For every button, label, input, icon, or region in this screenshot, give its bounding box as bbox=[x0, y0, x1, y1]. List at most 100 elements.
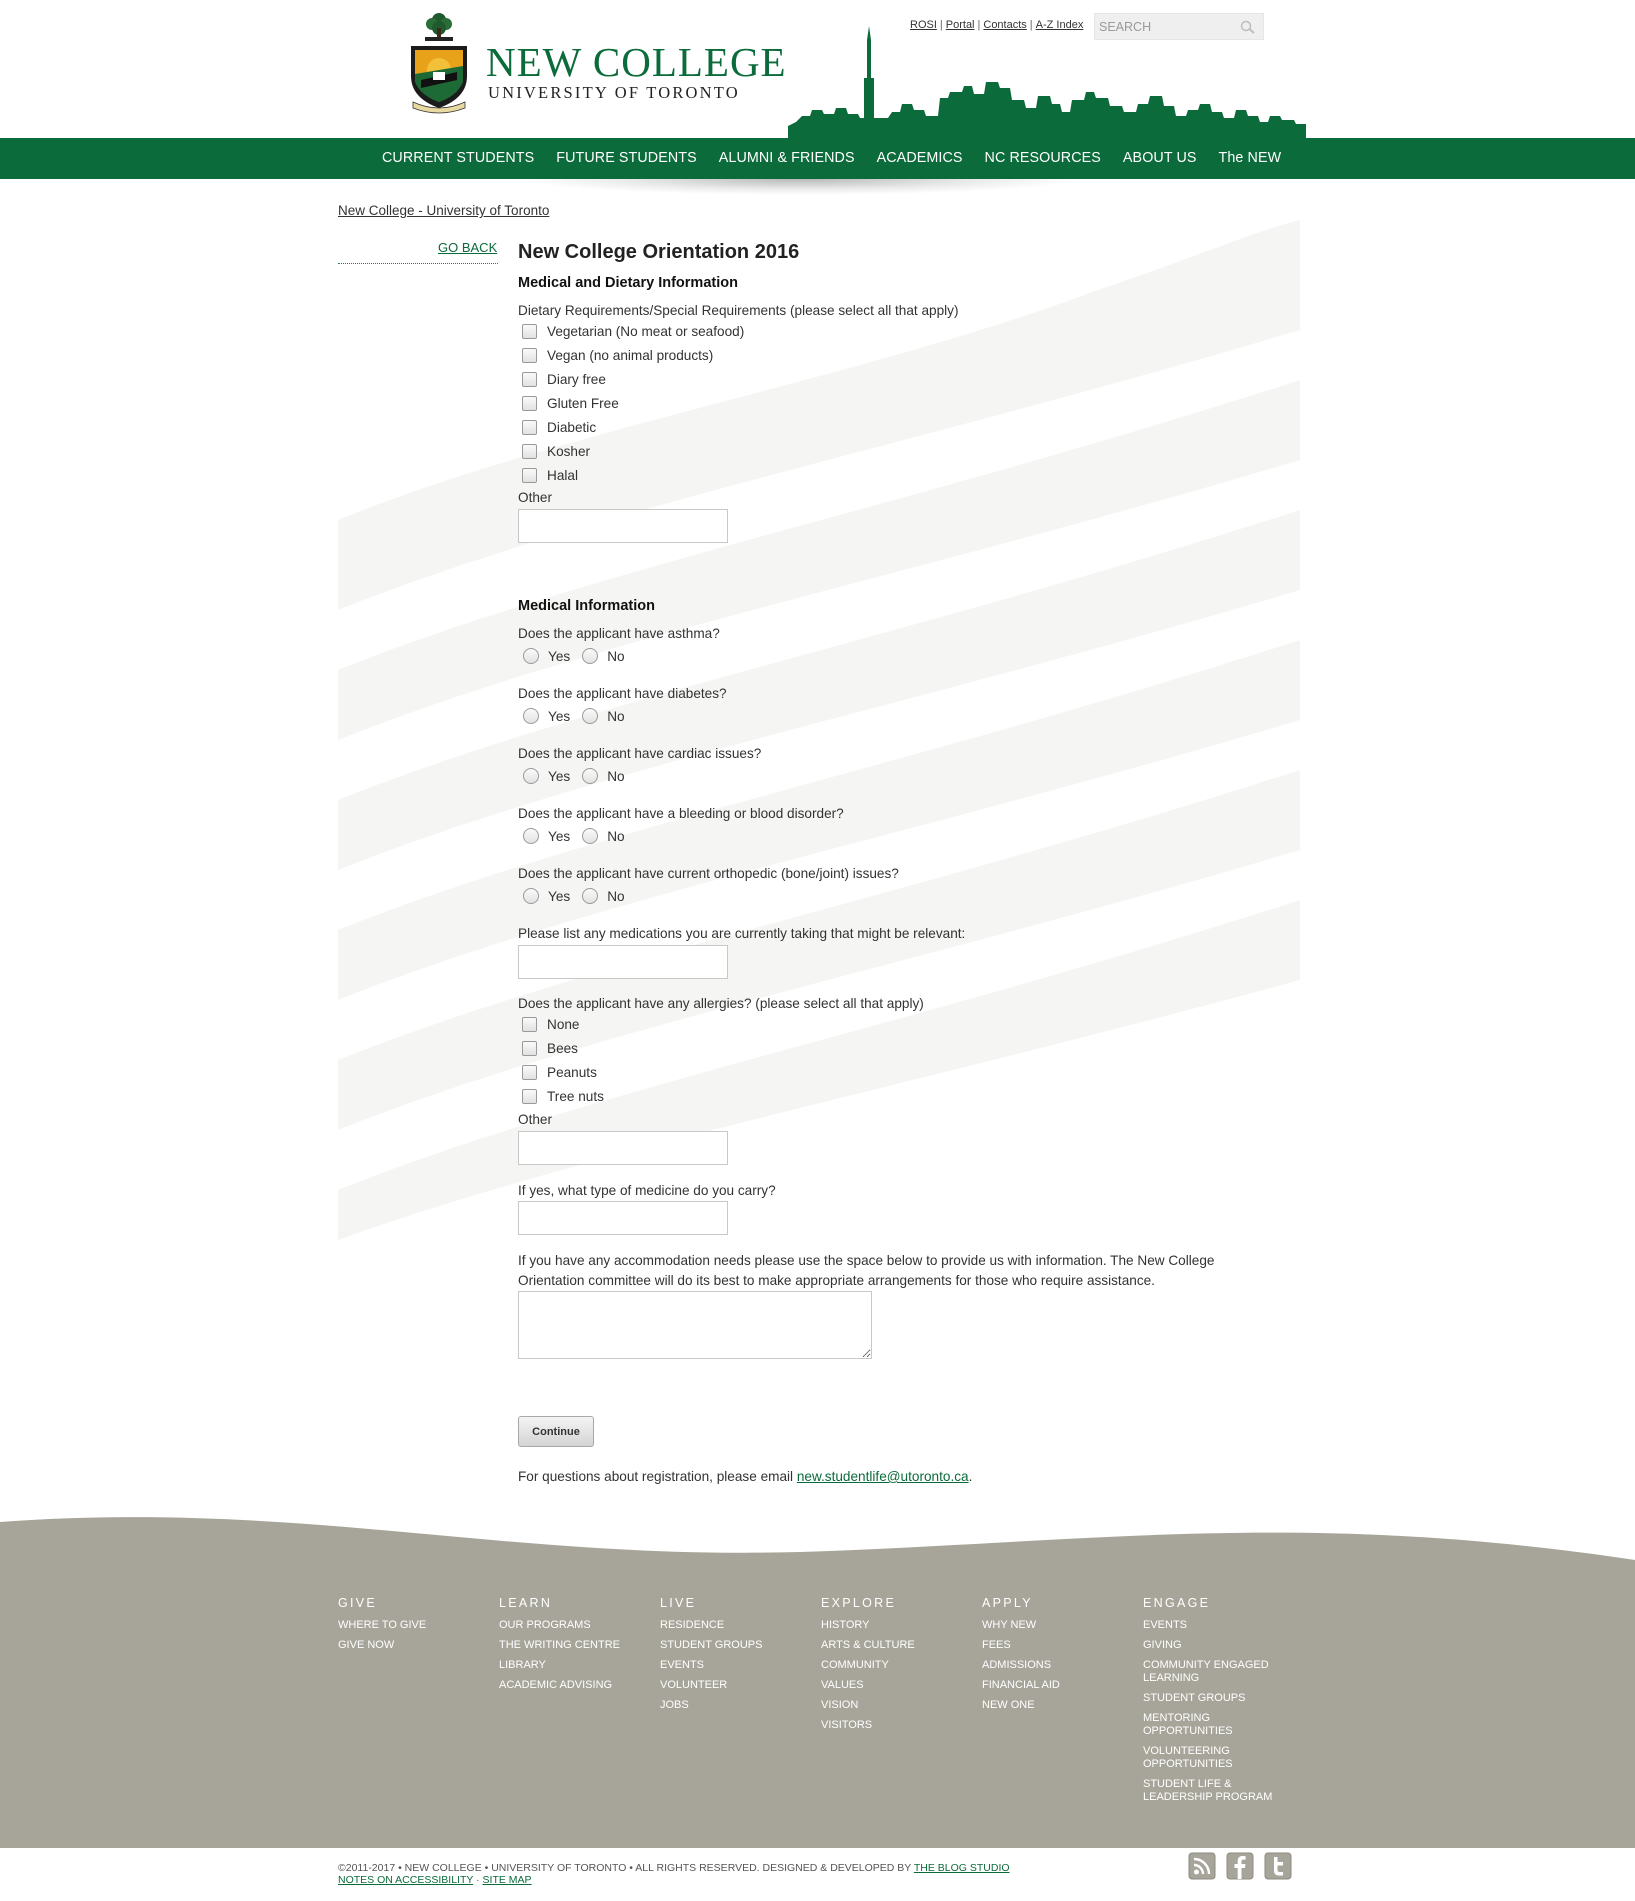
dietary-option[interactable]: Kosher bbox=[518, 444, 590, 459]
medications-input[interactable] bbox=[518, 945, 728, 979]
nav-item-nc-resources[interactable]: NC RESOURCES bbox=[985, 138, 1101, 179]
dietary-option-label: Diabetic bbox=[547, 420, 597, 435]
footer-link[interactable]: RESIDENCE bbox=[660, 1619, 810, 1632]
checkbox[interactable] bbox=[522, 1065, 537, 1080]
footer-link[interactable]: COMMUNITY bbox=[821, 1659, 971, 1672]
allergy-option[interactable]: Bees bbox=[518, 1041, 578, 1056]
checkbox[interactable] bbox=[522, 420, 537, 435]
footer-link[interactable]: ARTS & CULTURE bbox=[821, 1639, 971, 1652]
main-nav-items: CURRENT STUDENTS FUTURE STUDENTS ALUMNI … bbox=[382, 138, 1303, 179]
search-box bbox=[1094, 13, 1264, 40]
footer-link[interactable]: VALUES bbox=[821, 1679, 971, 1692]
util-link-rosi[interactable]: ROSI bbox=[910, 19, 937, 31]
footer-link[interactable]: ADMISSIONS bbox=[982, 1659, 1132, 1672]
footer-link[interactable]: HISTORY bbox=[821, 1619, 971, 1632]
dietary-option[interactable]: Vegan (no animal products) bbox=[518, 348, 713, 363]
checkbox[interactable] bbox=[522, 372, 537, 387]
footer-link[interactable]: COMMUNITY ENGAGED LEARNING bbox=[1143, 1659, 1283, 1685]
footer-link[interactable]: STUDENT GROUPS bbox=[1143, 1692, 1283, 1705]
footer-column-heading: LIVE bbox=[660, 1596, 697, 1610]
footer-link[interactable]: OUR PROGRAMS bbox=[499, 1619, 649, 1632]
footer-link[interactable]: JOBS bbox=[660, 1699, 810, 1712]
footer-link[interactable]: VOLUNTEERING OPPORTUNITIES bbox=[1143, 1745, 1258, 1771]
no-radio[interactable] bbox=[582, 708, 599, 724]
footer-link[interactable]: GIVING bbox=[1143, 1639, 1283, 1652]
medications-question: Please list any medications you are curr… bbox=[518, 926, 966, 941]
footer-link[interactable]: WHY NEW bbox=[982, 1619, 1132, 1632]
footer-column-live: LIVE RESIDENCE STUDENT GROUPS EVENTS VOL… bbox=[660, 1596, 810, 1719]
allergy-option[interactable]: None bbox=[518, 1017, 580, 1032]
footer-column-give: GIVE WHERE TO GIVE GIVE NOW bbox=[338, 1596, 488, 1659]
yes-radio[interactable] bbox=[523, 648, 539, 664]
nav-item-academics[interactable]: ACADEMICS bbox=[877, 138, 963, 179]
nav-item-alumni-friends[interactable]: ALUMNI & FRIENDS bbox=[719, 138, 855, 179]
contact-email-link[interactable]: new.studentlife@utoronto.ca bbox=[797, 1469, 969, 1484]
util-link-contacts[interactable]: Contacts bbox=[983, 19, 1026, 31]
footer-link[interactable]: NEW ONE bbox=[982, 1699, 1132, 1712]
no-radio[interactable] bbox=[582, 648, 599, 664]
dietary-option[interactable]: Diary free bbox=[518, 372, 606, 387]
continue-button[interactable]: Continue bbox=[518, 1416, 594, 1447]
search-icon[interactable] bbox=[1239, 19, 1257, 35]
footer-link[interactable]: VISION bbox=[821, 1699, 971, 1712]
checkbox[interactable] bbox=[522, 1089, 537, 1104]
checkbox[interactable] bbox=[522, 468, 537, 483]
no-radio[interactable] bbox=[582, 888, 599, 904]
college-crest-logo[interactable] bbox=[407, 10, 471, 114]
rss-icon[interactable] bbox=[1188, 1852, 1216, 1880]
accommodation-textarea[interactable] bbox=[518, 1291, 872, 1359]
dietary-option[interactable]: Halal bbox=[518, 468, 578, 483]
go-back-link[interactable]: GO BACK bbox=[438, 240, 497, 255]
accessibility-link[interactable]: NOTES ON ACCESSIBILITY bbox=[338, 1874, 473, 1886]
footer-link[interactable]: EVENTS bbox=[660, 1659, 810, 1672]
medicine-carry-input[interactable] bbox=[518, 1201, 728, 1235]
footer-link[interactable]: VOLUNTEER bbox=[660, 1679, 810, 1692]
checkbox[interactable] bbox=[522, 348, 537, 363]
footer-link[interactable]: THE WRITING CENTRE bbox=[499, 1639, 649, 1652]
nav-item-about-us[interactable]: ABOUT US bbox=[1123, 138, 1197, 179]
checkbox[interactable] bbox=[522, 444, 537, 459]
allergy-option[interactable]: Tree nuts bbox=[518, 1089, 604, 1104]
nav-item-current-students[interactable]: CURRENT STUDENTS bbox=[382, 138, 534, 179]
brand-title[interactable]: NEW COLLEGE bbox=[486, 38, 787, 86]
footer-link[interactable]: GIVE NOW bbox=[338, 1639, 488, 1652]
sitemap-link[interactable]: SITE MAP bbox=[483, 1874, 532, 1886]
footer-link[interactable]: ACADEMIC ADVISING bbox=[499, 1679, 649, 1692]
no-radio[interactable] bbox=[582, 768, 599, 784]
yes-radio[interactable] bbox=[523, 708, 539, 724]
allergy-option[interactable]: Peanuts bbox=[518, 1065, 597, 1080]
footer-link[interactable]: STUDENT GROUPS bbox=[660, 1639, 810, 1652]
yes-radio[interactable] bbox=[523, 768, 539, 784]
util-link-portal[interactable]: Portal bbox=[946, 19, 975, 31]
yes-radio[interactable] bbox=[523, 888, 539, 904]
footer-link[interactable]: STUDENT LIFE & LEADERSHIP PROGRAM bbox=[1143, 1778, 1278, 1804]
footer-link[interactable]: FEES bbox=[982, 1639, 1132, 1652]
footer-link[interactable]: EVENTS bbox=[1143, 1619, 1283, 1632]
facebook-icon[interactable] bbox=[1226, 1852, 1254, 1880]
checkbox[interactable] bbox=[522, 1017, 537, 1032]
search-input[interactable] bbox=[1099, 17, 1239, 37]
dietary-option[interactable]: Diabetic bbox=[518, 420, 596, 435]
util-link-az-index[interactable]: A-Z Index bbox=[1036, 19, 1084, 31]
footer-link[interactable]: VISITORS bbox=[821, 1719, 971, 1732]
toronto-skyline-graphic bbox=[788, 26, 1306, 138]
footer-link[interactable]: FINANCIAL AID bbox=[982, 1679, 1132, 1692]
footer-link[interactable]: LIBRARY bbox=[499, 1659, 649, 1672]
twitter-icon[interactable] bbox=[1264, 1852, 1292, 1880]
checkbox[interactable] bbox=[522, 324, 537, 339]
checkbox[interactable] bbox=[522, 1041, 537, 1056]
breadcrumb[interactable]: New College - University of Toronto bbox=[338, 203, 549, 218]
dietary-option[interactable]: Vegetarian (No meat or seafood) bbox=[518, 324, 744, 339]
designer-link[interactable]: THE BLOG STUDIO bbox=[914, 1862, 1010, 1874]
nav-item-the-new[interactable]: The NEW bbox=[1219, 138, 1282, 179]
footer-link[interactable]: MENTORING OPPORTUNITIES bbox=[1143, 1712, 1258, 1738]
nav-item-future-students[interactable]: FUTURE STUDENTS bbox=[556, 138, 697, 179]
checkbox[interactable] bbox=[522, 396, 537, 411]
allergy-other-input[interactable] bbox=[518, 1131, 728, 1165]
dietary-other-input[interactable] bbox=[518, 509, 728, 543]
yes-radio[interactable] bbox=[523, 828, 539, 844]
dietary-option[interactable]: Gluten Free bbox=[518, 396, 619, 411]
no-radio[interactable] bbox=[582, 828, 599, 844]
medical-question: Does the applicant have diabetes? bbox=[518, 686, 727, 701]
footer-link[interactable]: WHERE TO GIVE bbox=[338, 1619, 488, 1632]
